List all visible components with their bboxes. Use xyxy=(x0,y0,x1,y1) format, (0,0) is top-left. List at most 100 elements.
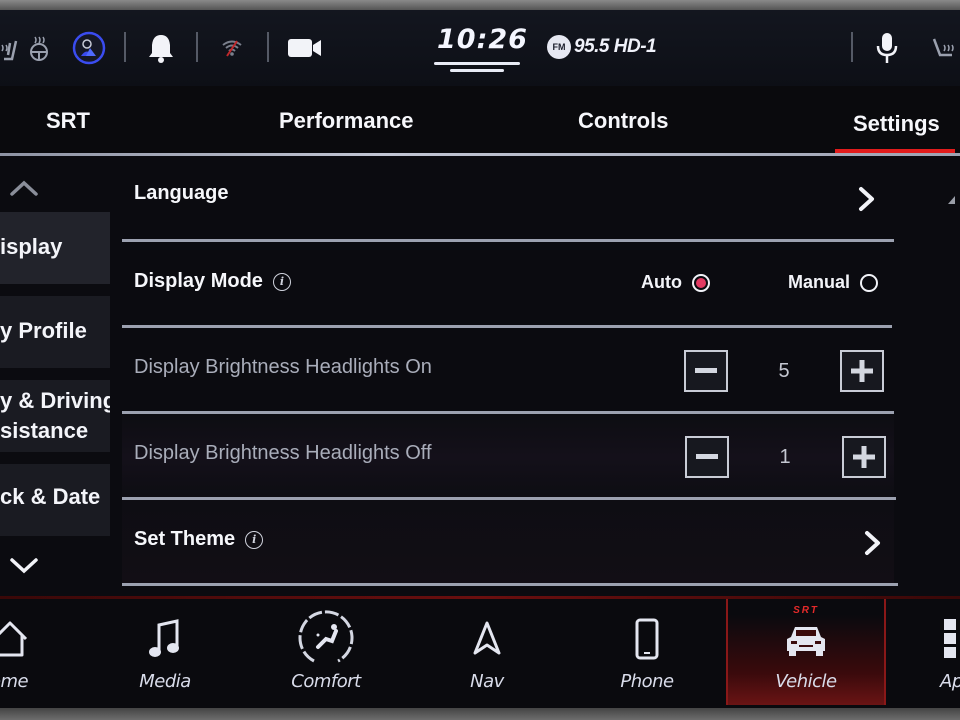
nav-vehicle[interactable]: SRT Vehicle xyxy=(726,599,886,705)
nav-label: ome xyxy=(0,671,29,692)
increment-button[interactable] xyxy=(842,436,886,478)
setting-label: Set Theme i xyxy=(134,528,264,551)
nav-label: Media xyxy=(139,671,191,692)
brightness-on-label: Display Brightness Headlights On xyxy=(134,356,432,378)
setting-label: Display Brightness Headlights Off xyxy=(134,442,432,465)
decrement-button[interactable] xyxy=(685,436,729,478)
phone-icon xyxy=(617,613,677,665)
status-separator xyxy=(267,32,269,62)
sidebar-item-display[interactable]: isplay xyxy=(0,212,110,284)
info-icon[interactable]: i xyxy=(272,272,291,291)
plus-icon xyxy=(853,446,875,468)
radio-band-badge[interactable]: FM xyxy=(547,35,571,59)
wifi-icon[interactable] xyxy=(220,30,244,66)
plus-icon xyxy=(851,360,873,382)
nav-label: Nav xyxy=(470,671,504,692)
sidebar-item-label: isplay xyxy=(0,234,63,259)
setting-label: Display Brightness Headlights On xyxy=(134,356,432,379)
status-separator xyxy=(124,32,126,62)
brightness-off-label: Display Brightness Headlights Off xyxy=(134,442,432,464)
heated-seat-icon[interactable] xyxy=(0,30,22,66)
scroll-up-button[interactable] xyxy=(8,176,40,200)
home-icon xyxy=(0,613,40,665)
nav-home[interactable]: ome xyxy=(0,599,90,705)
camera-icon[interactable] xyxy=(286,30,324,66)
tab-srt[interactable]: SRT xyxy=(46,108,90,134)
minus-icon xyxy=(695,368,717,373)
status-bar: 10:26 FM 95.5 HD-1 xyxy=(0,10,960,86)
scrollbar-indicator[interactable] xyxy=(948,196,955,204)
apps-grid-icon xyxy=(944,613,960,665)
microphone-icon[interactable] xyxy=(872,30,902,66)
tab-bar: SRT Performance Controls Settings xyxy=(0,86,960,156)
radio-station[interactable]: 95.5 HD-1 xyxy=(574,36,657,58)
sidebar-item-radio-profile[interactable]: y Profile xyxy=(0,296,110,368)
decrement-button[interactable] xyxy=(684,350,728,392)
scroll-down-button[interactable] xyxy=(8,554,40,578)
increment-button[interactable] xyxy=(840,350,884,392)
info-icon[interactable]: i xyxy=(245,530,264,549)
music-note-icon xyxy=(135,613,195,665)
language-label: Language xyxy=(134,182,229,204)
settings-sidebar: isplay y Profile y & Driving sistance ck… xyxy=(0,156,112,596)
radio-selected-icon[interactable] xyxy=(691,273,710,292)
screen-bezel-top xyxy=(0,0,960,10)
nav-label: Ap xyxy=(940,671,960,692)
sidebar-item-label: sistance xyxy=(0,418,89,443)
display-mode-label: Display Mode xyxy=(134,270,263,292)
sidebar-item-label: y Profile xyxy=(0,318,87,343)
sidebar-item-label: y & Driving xyxy=(0,388,110,413)
setting-language[interactable]: Language xyxy=(122,156,894,242)
heated-seat-passenger-icon[interactable] xyxy=(928,30,960,66)
setting-label: Display Mode i xyxy=(134,270,291,293)
setting-display-mode: Display Mode i Auto Manual xyxy=(122,242,894,328)
status-separator xyxy=(196,32,198,62)
nav-comfort[interactable]: Comfort xyxy=(246,599,406,705)
vehicle-icon xyxy=(776,613,836,665)
infotainment-screen: 10:26 FM 95.5 HD-1 SRT Performance Contr… xyxy=(0,10,960,708)
nav-phone[interactable]: Phone xyxy=(567,599,727,705)
nav-label: Comfort xyxy=(291,671,361,692)
clock-underline xyxy=(434,62,520,65)
nav-label: Vehicle xyxy=(775,671,837,692)
chevron-down-icon xyxy=(10,558,38,574)
clock-underline xyxy=(450,69,504,72)
tab-performance[interactable]: Performance xyxy=(279,108,414,134)
chevron-right-icon[interactable] xyxy=(858,526,888,560)
nav-apps[interactable]: Ap xyxy=(888,599,960,705)
heated-steering-wheel-icon[interactable] xyxy=(26,30,52,66)
comfort-seat-icon xyxy=(296,610,356,665)
settings-list: Language Display Mode i Auto Manual Disp… xyxy=(122,156,902,596)
brightness-off-value: 1 xyxy=(779,446,791,468)
radio-auto[interactable]: Auto xyxy=(641,272,710,293)
setting-set-theme[interactable]: Set Theme i xyxy=(122,500,898,586)
sidebar-item-label: ck & Date xyxy=(0,484,101,509)
status-separator xyxy=(851,32,853,62)
nav-nav[interactable]: Nav xyxy=(407,599,567,705)
setting-brightness-headlights-on: Display Brightness Headlights On 5 xyxy=(122,328,894,414)
setting-label: Language xyxy=(134,182,228,205)
minus-icon xyxy=(696,454,718,459)
row-divider xyxy=(122,583,898,586)
clock[interactable]: 10:26 xyxy=(437,24,527,55)
nav-media[interactable]: Media xyxy=(85,599,245,705)
bell-icon[interactable] xyxy=(144,30,178,66)
setting-brightness-headlights-off: Display Brightness Headlights Off 1 xyxy=(122,414,896,500)
screen-bezel-bottom xyxy=(0,708,960,720)
bottom-navigation: ome Media Comfort Nav Phone xyxy=(0,599,960,708)
sidebar-item-safety-driving-assistance[interactable]: y & Driving sistance xyxy=(0,380,110,452)
chevron-right-icon[interactable] xyxy=(852,182,882,216)
radio-unselected-icon[interactable] xyxy=(860,273,879,292)
tab-controls[interactable]: Controls xyxy=(578,108,668,134)
brightness-on-value: 5 xyxy=(778,360,790,382)
chevron-up-icon xyxy=(10,180,38,196)
radio-auto-label: Auto xyxy=(641,272,682,292)
driver-profile-icon[interactable] xyxy=(72,30,106,66)
radio-manual-label: Manual xyxy=(788,272,851,292)
nav-label: Phone xyxy=(620,671,674,692)
sidebar-item-clock-date[interactable]: ck & Date xyxy=(0,464,110,536)
set-theme-label: Set Theme xyxy=(134,528,236,550)
tab-settings[interactable]: Settings xyxy=(853,111,940,137)
navigation-arrow-icon xyxy=(457,613,517,665)
radio-manual[interactable]: Manual xyxy=(788,272,879,293)
